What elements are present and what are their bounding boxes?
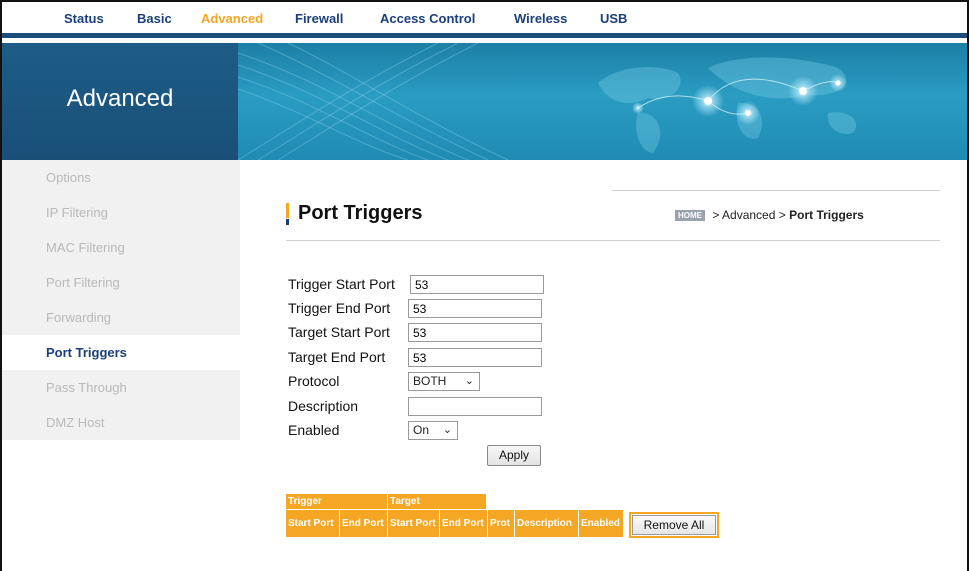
title-accent-bar <box>286 203 289 225</box>
trigger-end-port-label: Trigger End Port <box>288 300 391 316</box>
nav-usb[interactable]: USB <box>600 11 627 26</box>
sidebar-item-dmz-host[interactable]: DMZ Host <box>2 405 240 440</box>
banner-title: Advanced <box>66 85 174 112</box>
description-input[interactable] <box>408 397 542 416</box>
page-title: Port Triggers <box>298 202 423 224</box>
sidebar-item-port-triggers[interactable]: Port Triggers <box>2 335 240 370</box>
banner-section: Advanced <box>2 43 238 160</box>
apply-button[interactable]: Apply <box>487 445 541 466</box>
table-group-target: Target <box>388 494 486 509</box>
sidebar-item-forwarding[interactable]: Forwarding <box>2 300 240 335</box>
trigger-start-port-input[interactable] <box>410 275 544 294</box>
sidebar-item-port-filtering[interactable]: Port Filtering <box>2 265 240 300</box>
world-map-graphic <box>238 43 857 160</box>
divider-bottom <box>286 240 940 241</box>
target-end-port-input[interactable] <box>408 348 542 367</box>
breadcrumb-section[interactable]: Advanced <box>722 208 775 222</box>
breadcrumb-separator: > <box>778 208 786 222</box>
breadcrumb-current: Port Triggers <box>789 208 864 222</box>
target-start-port-label: Target Start Port <box>288 324 390 340</box>
protocol-select[interactable]: BOTH ⌄ <box>408 372 480 391</box>
trigger-end-port-input[interactable] <box>408 299 542 318</box>
column-target-start-port: Start Port <box>388 510 439 537</box>
home-icon[interactable]: HOME <box>675 210 705 221</box>
nav-wireless[interactable]: Wireless <box>514 11 567 26</box>
nav-basic[interactable]: Basic <box>137 11 172 26</box>
breadcrumb-separator: > <box>712 208 720 222</box>
breadcrumb: HOME > Advanced > Port Triggers <box>675 208 864 222</box>
chevron-down-icon: ⌄ <box>442 424 452 436</box>
column-trigger-start-port: Start Port <box>286 510 339 537</box>
column-protocol: Prot <box>488 510 514 537</box>
chevron-down-icon: ⌄ <box>464 375 474 387</box>
target-start-port-input[interactable] <box>408 323 542 342</box>
sidebar-item-mac-filtering[interactable]: MAC Filtering <box>2 230 240 265</box>
protocol-label: Protocol <box>288 373 340 389</box>
trigger-start-port-label: Trigger Start Port <box>288 276 395 292</box>
column-enabled: Enabled <box>579 510 623 537</box>
column-trigger-end-port: End Port <box>340 510 387 537</box>
table-group-trigger: Trigger <box>286 494 387 509</box>
header-banner: Advanced <box>2 43 967 160</box>
enabled-label: Enabled <box>288 422 340 438</box>
remove-all-button[interactable]: Remove All <box>632 515 716 535</box>
column-target-end-port: End Port <box>440 510 487 537</box>
nav-advanced[interactable]: Advanced <box>201 11 263 26</box>
nav-status[interactable]: Status <box>64 11 104 26</box>
sidebar-item-pass-through[interactable]: Pass Through <box>2 370 240 405</box>
target-end-port-label: Target End Port <box>288 349 386 365</box>
enabled-value: On <box>413 423 430 437</box>
sidebar: Options IP Filtering MAC Filtering Port … <box>2 160 240 440</box>
sidebar-item-ip-filtering[interactable]: IP Filtering <box>2 195 240 230</box>
sidebar-item-options[interactable]: Options <box>2 160 240 195</box>
nav-firewall[interactable]: Firewall <box>295 11 343 26</box>
nav-access-control[interactable]: Access Control <box>380 11 475 26</box>
enabled-select[interactable]: On ⌄ <box>408 421 458 440</box>
remove-all-cell: Remove All <box>629 512 719 538</box>
divider-top <box>612 190 940 191</box>
top-nav: Status Basic Advanced Firewall Access Co… <box>2 2 967 38</box>
protocol-value: BOTH <box>413 374 447 388</box>
column-description: Description <box>515 510 578 537</box>
description-label: Description <box>288 398 359 414</box>
